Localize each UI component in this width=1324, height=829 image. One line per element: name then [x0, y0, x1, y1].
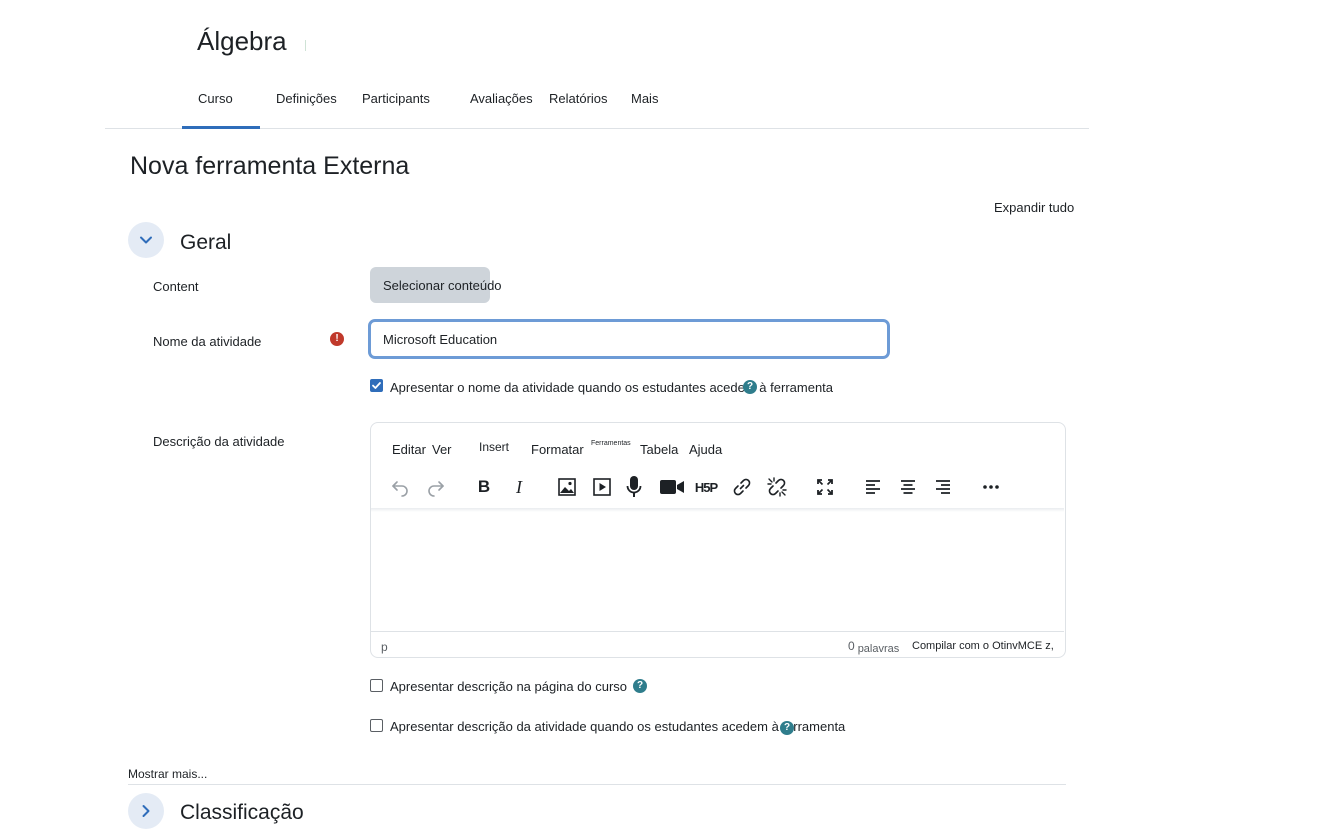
word-count[interactable]: 0 palavras — [848, 639, 900, 655]
align-center-button[interactable] — [895, 475, 921, 499]
align-left-icon — [866, 480, 880, 494]
editor-branding-link[interactable]: Compilar com o OtinvMCE z, — [912, 640, 1054, 652]
editor-menu-view[interactable]: Ver — [432, 442, 452, 457]
element-path[interactable]: p — [381, 640, 388, 654]
section-general-toggle[interactable] — [128, 222, 164, 258]
align-left-button[interactable] — [860, 475, 886, 499]
unlink-button[interactable] — [764, 475, 790, 499]
more-options-button[interactable] — [978, 475, 1004, 499]
toolbar-shadow — [371, 508, 1064, 512]
show-description-course-checkbox[interactable] — [370, 679, 383, 692]
editor-menu-insert[interactable]: Insert — [479, 440, 509, 454]
insert-link-button[interactable] — [729, 475, 755, 499]
word-count-value: 0 — [848, 639, 855, 653]
chevron-down-icon — [140, 236, 152, 244]
activity-name-label: Nome da atividade — [153, 334, 262, 349]
align-right-button[interactable] — [930, 475, 956, 499]
h5p-button[interactable]: H5P — [693, 475, 719, 499]
rich-text-editor[interactable] — [370, 422, 1066, 658]
checkmark-icon — [372, 382, 381, 389]
chevron-right-icon — [142, 805, 150, 817]
content-label: Content — [153, 279, 199, 294]
tab-more[interactable]: Mais — [631, 91, 658, 106]
course-title: Álgebra — [197, 26, 287, 56]
editor-menu-edit[interactable]: Editar — [392, 442, 426, 457]
editor-menu-help[interactable]: Ajuda — [689, 442, 722, 457]
undo-button[interactable] — [387, 475, 413, 499]
align-right-icon — [936, 480, 950, 494]
word-count-label: palavras — [857, 643, 900, 655]
italic-icon: I — [516, 476, 522, 497]
record-audio-button[interactable] — [621, 475, 647, 499]
record-video-button[interactable] — [659, 475, 685, 499]
section-grading-toggle[interactable] — [128, 793, 164, 829]
active-tab-indicator — [182, 126, 260, 129]
editor-menu-format[interactable]: Formatar — [531, 442, 584, 457]
redo-button[interactable] — [423, 475, 449, 499]
italic-button[interactable]: I — [506, 475, 532, 499]
section-divider — [128, 784, 1066, 785]
help-icon[interactable]: ? — [633, 679, 647, 693]
align-center-icon — [901, 480, 915, 494]
video-camera-icon — [660, 480, 684, 494]
editor-menu-table[interactable]: Tabela — [640, 442, 678, 457]
select-content-button[interactable]: Selecionar conteúdo — [370, 267, 502, 303]
title-edit-caret — [305, 40, 306, 51]
undo-icon — [392, 481, 408, 497]
image-icon — [558, 478, 576, 496]
h5p-icon: H5P — [694, 479, 718, 495]
required-icon: ! — [330, 332, 344, 346]
insert-media-button[interactable] — [589, 475, 615, 499]
section-grading-title: Classificação — [180, 801, 304, 824]
tab-reports[interactable]: Relatórios — [549, 91, 608, 106]
show-description-tool-checkbox[interactable] — [370, 719, 383, 732]
expand-all-link[interactable]: Expandir tudo — [994, 200, 1074, 215]
tab-participants[interactable]: Participants — [362, 91, 430, 106]
section-general-title: Geral — [180, 231, 232, 254]
show-name-checkbox[interactable] — [370, 379, 383, 392]
show-more-link[interactable]: Mostrar mais... — [128, 767, 207, 781]
fullscreen-button[interactable] — [812, 475, 838, 499]
fullscreen-icon — [817, 479, 833, 495]
editor-menu-tools[interactable]: Ferramentas — [591, 440, 631, 447]
show-name-label: Apresentar o nome da atividade quando os… — [390, 380, 834, 395]
link-icon — [733, 478, 751, 496]
help-icon[interactable]: ? — [780, 721, 794, 735]
insert-image-button[interactable] — [554, 475, 580, 499]
tab-course[interactable]: Curso — [198, 91, 233, 106]
editor-status-divider — [371, 631, 1064, 632]
unlink-icon — [767, 477, 787, 497]
show-description-tool-label: Apresentar descrição da atividade quando… — [390, 719, 846, 734]
more-icon — [983, 485, 999, 489]
activity-name-input[interactable] — [368, 319, 890, 359]
bold-button[interactable]: B — [471, 475, 497, 499]
bold-icon: B — [477, 477, 491, 496]
tab-grades[interactable]: Avaliações — [470, 91, 533, 106]
microphone-icon — [626, 476, 642, 497]
help-icon[interactable]: ? — [743, 380, 757, 394]
description-label: Descrição da atividade — [153, 434, 285, 449]
show-description-course-label: Apresentar descrição na página do curso — [390, 679, 628, 694]
page-title: Nova ferramenta Externa — [130, 152, 410, 180]
media-icon — [593, 478, 611, 496]
redo-icon — [428, 481, 444, 497]
tab-settings[interactable]: Definições — [276, 91, 337, 106]
